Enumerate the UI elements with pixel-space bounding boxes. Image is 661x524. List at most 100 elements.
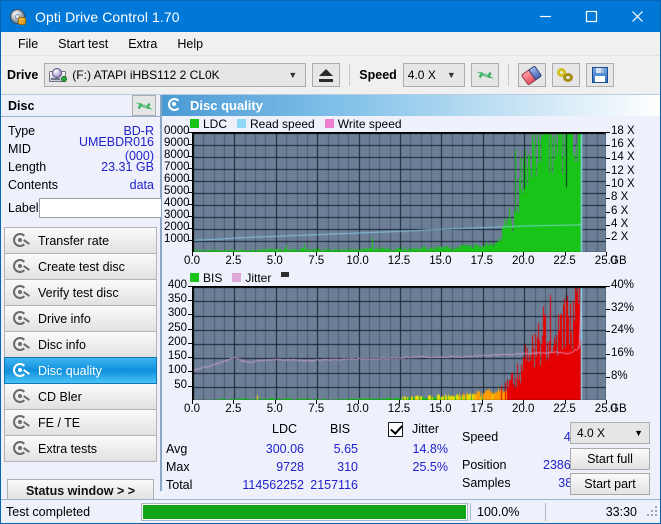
sidebar-item-label: Transfer rate — [38, 233, 110, 248]
y-axis-tick-mark — [188, 385, 192, 387]
speed-stat-label: Speed — [462, 429, 499, 444]
y2-axis-tick-mark — [606, 171, 610, 173]
sidebar-item-extra-tests[interactable]: Extra tests — [4, 435, 157, 462]
refresh-button[interactable] — [470, 63, 499, 87]
speed-select-value: 4.0 X — [407, 68, 436, 82]
panel-header: Disc quality — [162, 95, 660, 116]
resize-grip[interactable] — [647, 505, 659, 518]
legend-label-ldc: LDC — [203, 116, 228, 131]
stats-max-ldc: 9728 — [276, 459, 304, 474]
y2-axis-tick-mark — [606, 131, 610, 133]
sidebar-item-label: Extra tests — [38, 441, 98, 456]
x-axis-tick: 15.0 — [429, 254, 452, 267]
jitter-checkbox[interactable] — [388, 421, 403, 437]
eject-button[interactable] — [312, 63, 341, 87]
y2-axis-tick: 32% — [611, 301, 635, 314]
disc-icon — [13, 285, 30, 300]
y-axis-tick: 300 — [167, 307, 187, 320]
y2-axis-tick-mark — [606, 376, 610, 378]
y-axis-tick-mark — [188, 371, 192, 373]
start-full-button[interactable]: Start full — [570, 447, 650, 470]
y-axis-tick: 50 — [174, 378, 187, 391]
sidebar-item-disc-info[interactable]: Disc info — [4, 331, 157, 358]
key-button[interactable] — [551, 63, 580, 87]
sidebar-item-verify-test-disc[interactable]: Verify test disc — [4, 279, 157, 306]
legend-label-write-speed: Write speed — [337, 116, 402, 131]
stats-avg-bis: 5.65 — [333, 441, 358, 456]
speed-select[interactable]: 4.0 X ▼ — [402, 63, 465, 87]
sidebar-item-label: Disc quality — [38, 363, 102, 378]
y-axis-tick-mark — [188, 239, 192, 241]
y2-axis-tick-mark — [606, 145, 610, 147]
window-controls — [522, 1, 660, 32]
drive-select[interactable]: (F:) ATAPI iHBS112 2 CL0K ▼ — [44, 63, 307, 87]
y-axis-tick: 350 — [167, 293, 187, 306]
x-axis-tick: 17.5 — [470, 254, 493, 267]
x-axis-tick: 10.0 — [346, 402, 369, 415]
page-title: Disc quality — [190, 97, 263, 113]
disc-field-contents-label: Contents — [8, 178, 59, 192]
disc-field-length-value: 23.31 GB — [101, 160, 154, 174]
maximize-icon[interactable] — [568, 1, 614, 32]
y-axis-tick-mark — [188, 131, 192, 133]
sidebar-item-drive-info[interactable]: Drive info — [4, 305, 157, 332]
sidebar-item-cd-bler[interactable]: CD Bler — [4, 383, 157, 410]
start-part-button[interactable]: Start part — [570, 472, 650, 495]
bottom-chart-plot-box: 400 350 300 250 200 150 100 50 40% 32% 24% 16% 8% 0.0… — [164, 279, 658, 418]
sidebar-item-label: CD Bler — [38, 389, 82, 404]
legend-swatch-jitter — [232, 273, 242, 283]
sidebar-item-disc-quality[interactable]: Disc quality — [4, 357, 157, 384]
sidebar-item-transfer-rate[interactable]: Transfer rate — [4, 227, 157, 254]
test-speed-select[interactable]: 4.0 X ▼ — [570, 421, 650, 444]
menu-item-extra[interactable]: Extra — [119, 34, 166, 54]
stats-avg-ldc: 300.06 — [265, 441, 304, 456]
menu-bar: File Start test Extra Help — [1, 32, 660, 56]
x-axis-tick: 12.5 — [387, 402, 411, 415]
minimize-icon[interactable] — [522, 1, 568, 32]
y-axis-tick: 250 — [167, 321, 187, 334]
erase-button[interactable] — [517, 63, 546, 87]
disc-info-list: Type BD-R MID UMEBDR016 (000) Length 23.… — [1, 117, 243, 221]
y-axis-tick-mark — [188, 191, 192, 193]
x-axis-tick-mark — [440, 251, 442, 256]
x-axis-tick: 22.5 — [553, 254, 576, 267]
x-axis-tick-mark — [192, 251, 193, 256]
y2-axis-tick: 4 X — [611, 218, 629, 231]
disc-icon — [13, 415, 30, 430]
sidebar-item-label: Drive info — [38, 311, 91, 326]
bottom-chart-plot — [192, 285, 606, 400]
disc-icon — [13, 311, 30, 326]
menu-item-help[interactable]: Help — [168, 34, 212, 54]
y-axis-tick: 0000 — [164, 124, 190, 137]
drive-label: Drive — [7, 68, 39, 82]
close-icon[interactable] — [614, 1, 660, 32]
menu-item-start-test[interactable]: Start test — [49, 34, 117, 54]
drive-select-value: (F:) ATAPI iHBS112 2 CL0K — [72, 68, 220, 82]
progress-bar-fill — [143, 504, 466, 519]
y2-axis-tick: 18 X — [611, 124, 635, 137]
bottom-chart-container: BIS Jitter 400 350 300 250 200 150 100 50 40% 32%… — [162, 270, 660, 418]
legend-swatch-ldc — [190, 119, 199, 129]
y-axis-tick-mark — [188, 203, 192, 205]
y2-axis-tick: 40% — [611, 278, 635, 291]
x-axis-tick: 0.0 — [184, 254, 200, 267]
menu-item-file[interactable]: File — [9, 34, 47, 54]
x-axis-tick-mark — [316, 399, 318, 404]
toolbar-divider-2 — [507, 64, 509, 86]
disc-refresh-button[interactable] — [132, 95, 156, 116]
disc-panel-title: Disc — [8, 98, 35, 113]
status-message: Test completed — [6, 504, 91, 519]
samples-stat-label: Samples — [462, 475, 511, 490]
sidebar-item-fe-te[interactable]: FE / TE — [4, 409, 157, 436]
disc-icon — [13, 441, 30, 456]
sidebar-item-create-test-disc[interactable]: Create test disc — [4, 253, 157, 280]
disc-icon — [13, 389, 30, 404]
y2-axis-tick-mark — [606, 238, 610, 240]
disc-quality-icon — [168, 98, 183, 112]
refresh-icon — [477, 67, 493, 83]
stats-header-ldc: LDC — [272, 421, 298, 436]
save-button[interactable] — [585, 63, 614, 87]
test-speed-select-value: 4.0 X — [577, 425, 606, 440]
top-chart-plot-box: 0000 9000 8000 7000 6000 5000 4000 3000 2000 1000… — [164, 125, 658, 270]
y-axis-tick-mark — [188, 314, 192, 316]
